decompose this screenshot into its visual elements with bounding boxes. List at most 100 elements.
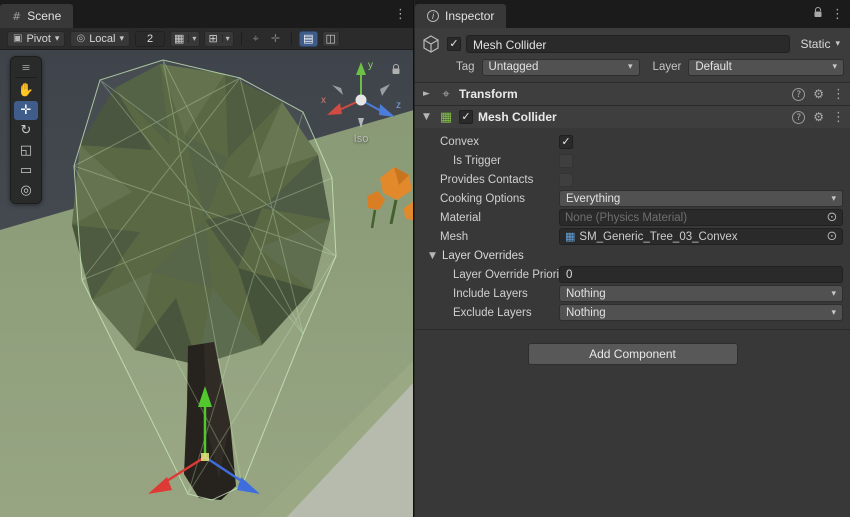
component-menu-icon[interactable]: ⋮ [832, 110, 845, 125]
provides-contacts-text: Provides Contacts [440, 174, 533, 186]
property-row-mesh: Mesh▦SM_Generic_Tree_03_Convex⊙ [415, 227, 850, 246]
object-picker-icon[interactable]: ⊙ [825, 229, 839, 244]
projection-mode-label[interactable]: Iso [317, 133, 405, 145]
presets-icon[interactable]: ⚙ [813, 110, 824, 124]
dropdown-arrow-icon[interactable]: ▾ [222, 34, 230, 43]
transform-icon: ⌖ [438, 87, 454, 102]
grid-snap-button[interactable]: ⊞▾ [204, 31, 233, 47]
toolbar-separator [241, 32, 242, 45]
globe-icon: ◎ [76, 33, 85, 44]
layer-dropdown[interactable]: Default ▾ [688, 59, 844, 76]
gameobject-name-field[interactable]: Mesh Collider [466, 35, 790, 53]
property-row-exclude-layers: Exclude LayersNothing▾ [415, 303, 850, 322]
include-layers-control: Nothing▾ [559, 285, 844, 302]
static-dropdown[interactable]: Static ▾ [795, 37, 845, 51]
help-icon[interactable]: ? [792, 111, 805, 124]
help-icon[interactable]: ? [792, 88, 805, 101]
orientation-overlay-button[interactable]: ▤ [299, 31, 317, 47]
overlay-menu-button[interactable]: ≡ [14, 60, 38, 74]
layer-label: Layer [653, 61, 682, 73]
cooking-options-dropdown[interactable]: Everything ▾ [559, 190, 843, 207]
cooking-options-label: Cooking Options [415, 193, 559, 205]
material-label: Material [415, 212, 559, 224]
mesh-control: ▦ SM_Generic_Tree_03_Convex ⊙ [559, 228, 844, 245]
cooking-options-control: Everything ▾ [559, 190, 844, 207]
pivot-label: Pivot [26, 33, 50, 45]
provides-contacts-checkbox[interactable] [559, 173, 573, 187]
tab-inspector[interactable]: i Inspector [415, 4, 506, 28]
material-object-field[interactable]: None (Physics Material) ⊙ [559, 209, 843, 226]
mesh-value: SM_Generic_Tree_03_Convex [579, 231, 737, 243]
tool-strip-divider [15, 77, 37, 78]
layer-override-priority-control: 0 [559, 266, 844, 283]
foldout-arrow-icon[interactable]: ▼ [420, 112, 433, 122]
layer-override-priority-field[interactable]: 0 [559, 266, 843, 283]
inspector-lock-icon[interactable] [813, 7, 823, 21]
is-trigger-text: Is Trigger [453, 155, 501, 167]
material-control: None (Physics Material) ⊙ [559, 209, 844, 226]
material-value: None (Physics Material) [565, 212, 687, 224]
pivot-toggle-button[interactable]: ▣ Pivot ▾ [7, 31, 65, 47]
convex-control: ✓ [559, 135, 844, 149]
cooking-options-value: Everything [566, 193, 620, 205]
dropdown-arrow-icon[interactable]: ▾ [188, 34, 196, 43]
gizmo-center-sphere [356, 95, 367, 106]
property-row-material: Material None (Physics Material) ⊙ [415, 208, 850, 227]
axis-y-label: y [368, 60, 373, 71]
axis-y-cone [356, 62, 366, 75]
handle-orientation-button[interactable]: ◎ Local ▾ [70, 31, 130, 47]
dropdown-arrow-icon: ▾ [835, 39, 840, 49]
vertex-snap-button[interactable]: ✛ [267, 31, 284, 47]
rotate-tool-button[interactable]: ↻ [14, 121, 38, 140]
scene-panel: # Scene ⋮ ▣ Pivot ▾ ◎ Local ▾ 2 ▦▾⊞▾ ⌖ ✛ ▤ ◫ [0, 0, 414, 517]
tab-label: Scene [27, 9, 61, 23]
tag-dropdown[interactable]: Untagged ▾ [482, 59, 640, 76]
camera-overlay-button[interactable]: ◫ [322, 31, 340, 47]
add-component-button[interactable]: Add Component [528, 343, 738, 365]
scene-viewport[interactable]: ≡✋✛↻◱▭◎ y x z Iso [0, 50, 413, 517]
tab-scene[interactable]: # Scene [0, 4, 73, 28]
dropdown-arrow-icon: ▾ [628, 62, 633, 72]
unity-editor-window: # Scene ⋮ ▣ Pivot ▾ ◎ Local ▾ 2 ▦▾⊞▾⌖✛▤◫ [0, 0, 850, 517]
grid-size-field[interactable]: 2 [135, 31, 165, 47]
orientation-overlay-icon: ▤ [303, 32, 313, 45]
layer-overrides-text: Layer Overrides [442, 250, 524, 262]
layer-override-priority-label: Layer Override Priority [415, 269, 559, 281]
rect-tool-button[interactable]: ▭ [14, 161, 38, 180]
scene-menu-icon[interactable]: ⋮ [394, 7, 407, 22]
inspector-menu-icon[interactable]: ⋮ [831, 7, 844, 22]
gizmo-lock-icon[interactable] [391, 64, 401, 78]
layer-overrides-label[interactable]: ▼Layer Overrides [415, 250, 559, 262]
vertex-snap-icon: ✛ [271, 32, 280, 45]
foldout-arrow-icon[interactable]: ► [420, 89, 433, 99]
component-title: Transform [459, 87, 787, 101]
dropdown-arrow-icon: ▾ [831, 194, 836, 204]
include-layers-value: Nothing [566, 288, 606, 300]
object-picker-icon[interactable]: ⊙ [825, 210, 839, 225]
increment-snap-button[interactable]: ⌖ [249, 31, 263, 47]
component-enabled-checkbox[interactable]: ✓ [459, 110, 473, 124]
grid-visibility-button[interactable]: ▦▾ [170, 31, 200, 47]
scene-toolbar: ▣ Pivot ▾ ◎ Local ▾ 2 ▦▾⊞▾ ⌖ ✛ ▤ ◫ [0, 28, 413, 50]
presets-icon[interactable]: ⚙ [813, 87, 824, 101]
gameobject-active-checkbox[interactable]: ✓ [447, 37, 461, 51]
mesh-collider-component-header[interactable]: ▼ ▦ ✓ Mesh Collider ? ⚙ ⋮ [415, 105, 850, 128]
move-tool-button[interactable]: ✛ [14, 101, 38, 120]
exclude-layers-dropdown[interactable]: Nothing▾ [559, 304, 843, 321]
property-row-cooking-options: Cooking Options Everything ▾ [415, 189, 850, 208]
mesh-icon: ▦ [565, 230, 575, 243]
property-row-layer-override-priority: Layer Override Priority0 [415, 265, 850, 284]
component-menu-icon[interactable]: ⋮ [832, 87, 845, 102]
is-trigger-checkbox[interactable] [559, 154, 573, 168]
mesh-object-field[interactable]: ▦ SM_Generic_Tree_03_Convex ⊙ [559, 228, 843, 245]
scale-tool-button[interactable]: ◱ [14, 141, 38, 160]
convex-checkbox[interactable]: ✓ [559, 135, 573, 149]
view-tool-button[interactable]: ✋ [14, 81, 38, 100]
transform-component-header[interactable]: ► ⌖ Transform ? ⚙ ⋮ [415, 82, 850, 105]
dropdown-arrow-icon: ▾ [119, 34, 124, 44]
exclude-layers-control: Nothing▾ [559, 304, 844, 321]
axis-x-cone [327, 103, 342, 115]
include-layers-dropdown[interactable]: Nothing▾ [559, 285, 843, 302]
transform-tool-button[interactable]: ◎ [14, 181, 38, 200]
inspector-tab-bar: i Inspector ⋮ [415, 0, 850, 28]
